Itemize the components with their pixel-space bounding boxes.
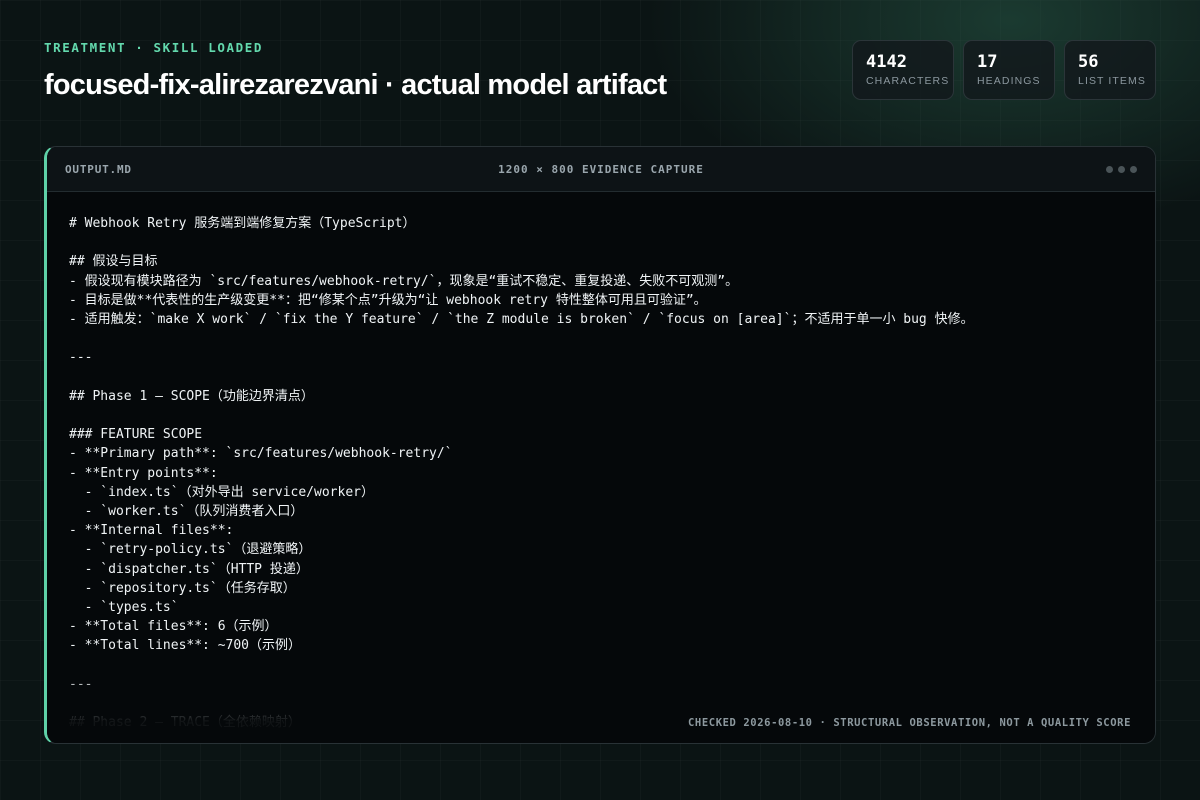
stat-label: CHARACTERS [866,75,950,87]
page-title: focused-fix-alirezarezvani · actual mode… [44,69,667,101]
stat-label: HEADINGS [977,75,1041,87]
stat-characters: 4142 CHARACTERS [852,40,954,100]
panel-title-bar: OUTPUT.MD 1200 × 800 EVIDENCE CAPTURE [47,147,1155,192]
output-panel: OUTPUT.MD 1200 × 800 EVIDENCE CAPTURE # … [44,146,1156,744]
header: TREATMENT · SKILL LOADED focused-fix-ali… [44,40,667,102]
stat-value: 17 [977,52,998,72]
stat-list-items: 56 LIST ITEMS [1064,40,1156,100]
markdown-content[interactable]: # Webhook Retry 服务端到端修复方案（TypeScript） ##… [47,192,1155,743]
stats-group: 4142 CHARACTERS 17 HEADINGS 56 LIST ITEM… [852,40,1156,100]
stat-label: LIST ITEMS [1078,75,1146,87]
stat-value: 56 [1078,52,1099,72]
stat-headings: 17 HEADINGS [963,40,1055,100]
stat-value: 4142 [866,52,907,72]
window-dots-icon [1106,166,1137,173]
eyebrow-label: TREATMENT · SKILL LOADED [44,40,264,55]
footnote: CHECKED 2026-08-10 · STRUCTURAL OBSERVAT… [688,717,1131,729]
capture-label: 1200 × 800 EVIDENCE CAPTURE [498,163,704,176]
